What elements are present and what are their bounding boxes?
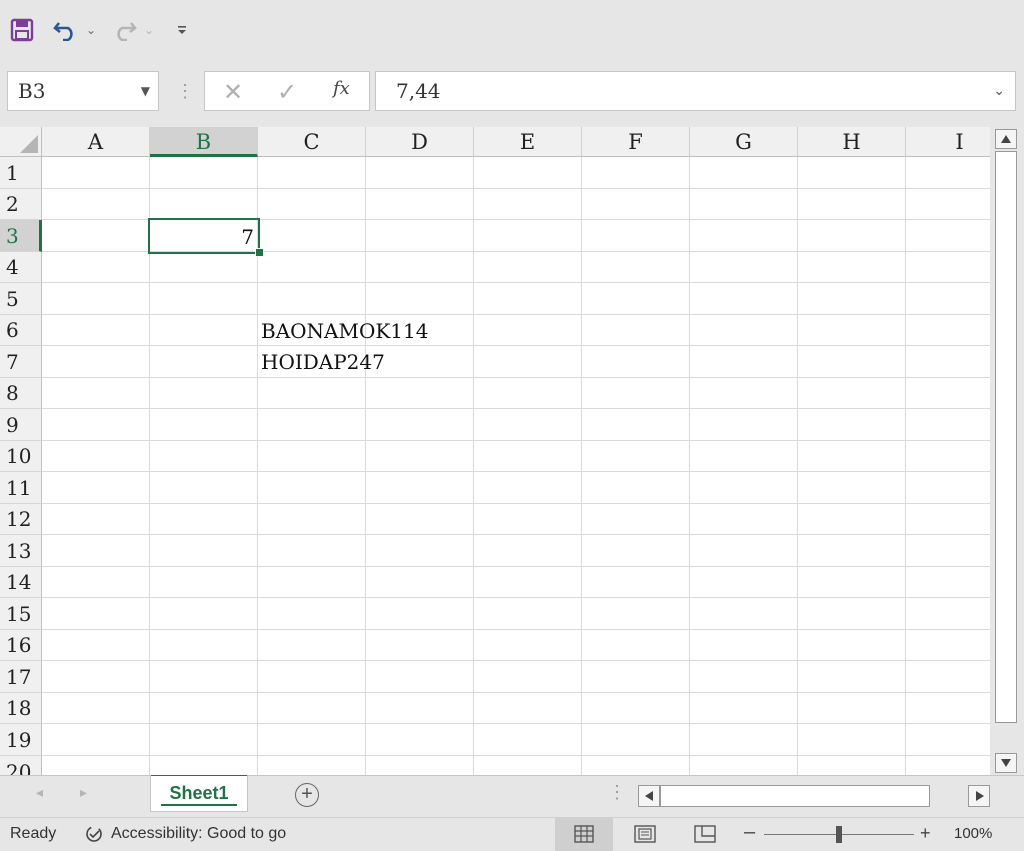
cell-b3-value: 7: [241, 225, 254, 249]
row-header-6[interactable]: 6: [0, 315, 42, 346]
row-header-13[interactable]: 13: [0, 535, 42, 567]
save-icon[interactable]: [8, 16, 36, 44]
undo-dropdown-chevron-down-icon[interactable]: ⌄: [84, 20, 98, 40]
quick-access-toolbar: ⌄ ⌄: [0, 0, 1024, 62]
expand-formula-chevron-down-icon[interactable]: ⌄: [993, 72, 1005, 110]
row-header-19[interactable]: 19: [0, 724, 42, 756]
column-header-a[interactable]: A: [42, 127, 150, 157]
scroll-down-button[interactable]: [995, 753, 1017, 773]
redo-dropdown-chevron-down-icon[interactable]: ⌄: [142, 20, 156, 40]
row-header-5[interactable]: 5: [0, 283, 42, 315]
row-header-10[interactable]: 10: [0, 441, 42, 472]
select-all-button[interactable]: [0, 127, 42, 157]
column-header-c[interactable]: C: [258, 127, 366, 157]
add-sheet-plus-icon[interactable]: +: [295, 783, 319, 807]
column-header-e[interactable]: E: [474, 127, 582, 157]
row-header-8[interactable]: 8: [0, 378, 42, 409]
zoom-out-icon[interactable]: –: [744, 821, 755, 844]
vertical-scrollbar[interactable]: [990, 127, 1024, 775]
name-box-value: B3: [18, 79, 46, 103]
fill-handle[interactable]: [255, 248, 264, 257]
redo-icon[interactable]: [108, 16, 140, 44]
column-header-i[interactable]: I: [906, 127, 990, 157]
name-box-chevron-down-icon[interactable]: ▼: [141, 72, 150, 110]
scroll-left-button[interactable]: [638, 785, 660, 807]
cancel-icon[interactable]: ✕: [223, 78, 243, 107]
normal-view-button[interactable]: [555, 818, 613, 851]
row-header-14[interactable]: 14: [0, 567, 42, 598]
scroll-right-button[interactable]: [968, 785, 990, 807]
next-sheet-icon[interactable]: ▸: [80, 784, 87, 801]
row-header-9[interactable]: 9: [0, 409, 42, 441]
row-header-18[interactable]: 18: [0, 693, 42, 724]
zoom-level[interactable]: 100%: [954, 825, 992, 842]
splitter-handle[interactable]: ⋮: [176, 80, 194, 102]
row-header-1[interactable]: 1: [0, 157, 42, 189]
previous-sheet-icon[interactable]: ◂: [36, 784, 43, 801]
active-cell-b3[interactable]: 7: [148, 218, 260, 254]
column-header-b[interactable]: B: [150, 127, 258, 157]
row-header-7[interactable]: 7: [0, 346, 42, 378]
scroll-up-button[interactable]: [995, 129, 1017, 149]
row-header-3[interactable]: 3: [0, 220, 42, 252]
row-header-2[interactable]: 2: [0, 189, 42, 220]
row-header-20[interactable]: 20: [0, 756, 42, 775]
formula-input[interactable]: 7,44 ⌄: [375, 71, 1016, 111]
row-header-4[interactable]: 4: [0, 252, 42, 283]
name-box[interactable]: B3 ▼: [7, 71, 159, 111]
row-header-16[interactable]: 16: [0, 630, 42, 661]
status-bar: Ready Accessibility: Good to go – + 100%: [0, 817, 1024, 851]
insert-function-icon[interactable]: fx: [333, 78, 350, 99]
cell-c7[interactable]: HOIDAP247: [261, 350, 385, 374]
column-header-h[interactable]: H: [798, 127, 906, 157]
row-header-15[interactable]: 15: [0, 598, 42, 630]
formula-value: 7,44: [396, 79, 441, 103]
formula-buttons: ✕ ✓ fx: [204, 71, 370, 111]
accessibility-status[interactable]: Accessibility: Good to go: [111, 825, 286, 843]
row-header-17[interactable]: 17: [0, 661, 42, 693]
column-header-f[interactable]: F: [582, 127, 690, 157]
tab-splitter-handle[interactable]: ⋮: [608, 782, 626, 803]
status-ready: Ready: [10, 825, 57, 842]
sheet-tab-label: Sheet1: [169, 783, 229, 803]
worksheet-grid[interactable]: A B C D E F G H I 1 2 3 4 5 6 7 8 9 10 1…: [0, 127, 990, 775]
customize-toolbar-icon[interactable]: [174, 20, 190, 40]
column-header-g[interactable]: G: [690, 127, 798, 157]
zoom-slider-thumb[interactable]: [836, 826, 842, 843]
column-header-d[interactable]: D: [366, 127, 474, 157]
page-break-preview-icon[interactable]: [694, 825, 716, 848]
horizontal-scroll-thumb[interactable]: [660, 785, 930, 807]
formula-bar-row: B3 ▼ ⋮ ✕ ✓ fx 7,44 ⌄: [0, 62, 1024, 126]
sheet-tab-bar: ◂ ▸ Sheet1 + ⋮: [0, 775, 1024, 817]
row-header-11[interactable]: 11: [0, 472, 42, 504]
zoom-in-icon[interactable]: +: [920, 823, 931, 844]
enter-check-icon[interactable]: ✓: [277, 78, 297, 107]
sheet-tab-sheet1[interactable]: Sheet1: [150, 775, 248, 812]
undo-icon[interactable]: [50, 16, 82, 44]
cell-c6[interactable]: BAONAMOK114: [261, 319, 428, 343]
active-tab-underline: [161, 804, 237, 806]
page-layout-view-icon[interactable]: [634, 825, 656, 848]
row-header-12[interactable]: 12: [0, 504, 42, 535]
accessibility-icon[interactable]: [84, 824, 106, 849]
vertical-scroll-thumb[interactable]: [995, 151, 1017, 723]
